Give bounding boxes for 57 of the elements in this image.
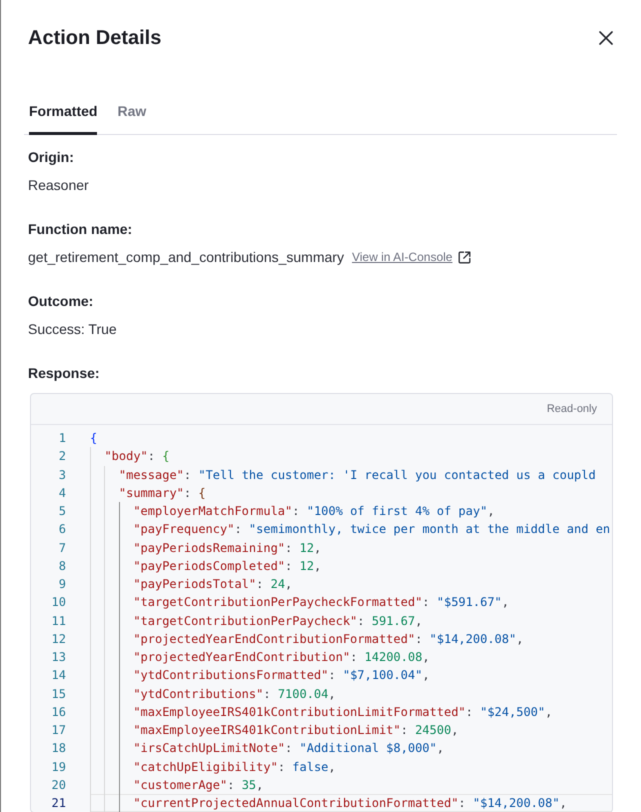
line-number: 15 [50,686,66,702]
field-label: Response: [28,364,101,382]
line-number: 21 [50,795,66,812]
line-number: 14 [50,667,66,684]
dialog-title: Action Details [28,26,162,50]
close-icon [599,31,613,45]
code-line: "ytdContributionsFormatted": "$7,100.04", [133,667,430,684]
code-line: "customerAge": 35, [133,776,264,794]
code-line: "maxEmployeeIRS401kContributionLimit": 24500, [133,722,458,739]
line-number: 7 [58,540,66,556]
line-number: 9 [58,576,66,593]
code-line: "payFrequency": "semimonthly, twice per month at the middle and en [133,521,610,538]
line-number: 3 [58,466,66,484]
field-value: Success: True [28,320,117,338]
line-number: 17 [50,722,66,739]
tab[interactable]: Formatted [29,92,98,135]
code-line: "summary": { [118,484,206,502]
line-number: 19 [50,758,66,776]
field-label: Origin: [28,148,75,166]
code-line: "payPeriodsRemaining": 12, [133,540,322,557]
line-number: 20 [50,776,66,794]
code-line: "currentProjectedAnnualContributionFormatted": "$14,200.08", [133,795,567,812]
field-value: get_retirement_comp_and_contributions_summary [28,248,344,266]
code-line: "ytdContributions": 7100.04, [133,686,336,702]
line-number: 8 [58,558,66,575]
line-number: 5 [58,503,66,520]
line-number: 13 [50,649,66,666]
code-line: "targetContributionPerPaycheck": 591.67, [133,612,422,630]
code-line: "irsCatchUpLimitNote": "Additional $8,000", [133,740,444,758]
code-line: "body": { [104,448,170,466]
code-line: "payPeriodsTotal": 24, [133,576,292,593]
code-line: { [90,430,98,447]
close-button[interactable] [598,30,614,46]
field-label: Outcome: [28,292,94,310]
line-number: 16 [50,704,66,721]
line-number: 10 [50,594,66,612]
line-number: 18 [50,740,66,758]
code-line: "message": "Tell the customer: 'I recall you contacted us a coupld [118,466,596,484]
line-number: 11 [50,612,66,630]
line-number: 2 [58,448,66,466]
code-line: "projectedYearEndContribution": 14200.08, [133,649,430,666]
code-line: "targetContributionPerPaycheckFormatted": "$591.67", [133,594,510,612]
tab[interactable]: Raw [117,92,146,135]
external-link-icon [458,250,472,264]
line-number: 6 [58,521,66,538]
line-number: 12 [50,630,66,648]
code-line: "maxEmployeeIRS401kContributionLimitFormatted": "$24,500", [133,704,552,721]
code-line: "employerMatchFormula": "100% of first 4% of pay", [133,503,495,520]
read-only-label: Read-only [546,402,597,416]
ai-console-link[interactable]: View in AI-Console [352,248,472,266]
line-number: 1 [58,430,66,447]
line-number: 4 [58,484,66,502]
code-line: "payPeriodsCompleted": 12, [133,558,322,575]
code-line: "catchUpEligibility": false, [133,758,336,776]
field-value: Reasoner [28,176,89,194]
field-label: Function name: [28,220,134,238]
code-line: "projectedYearEndContributionFormatted": "$14,200.08", [133,630,524,648]
